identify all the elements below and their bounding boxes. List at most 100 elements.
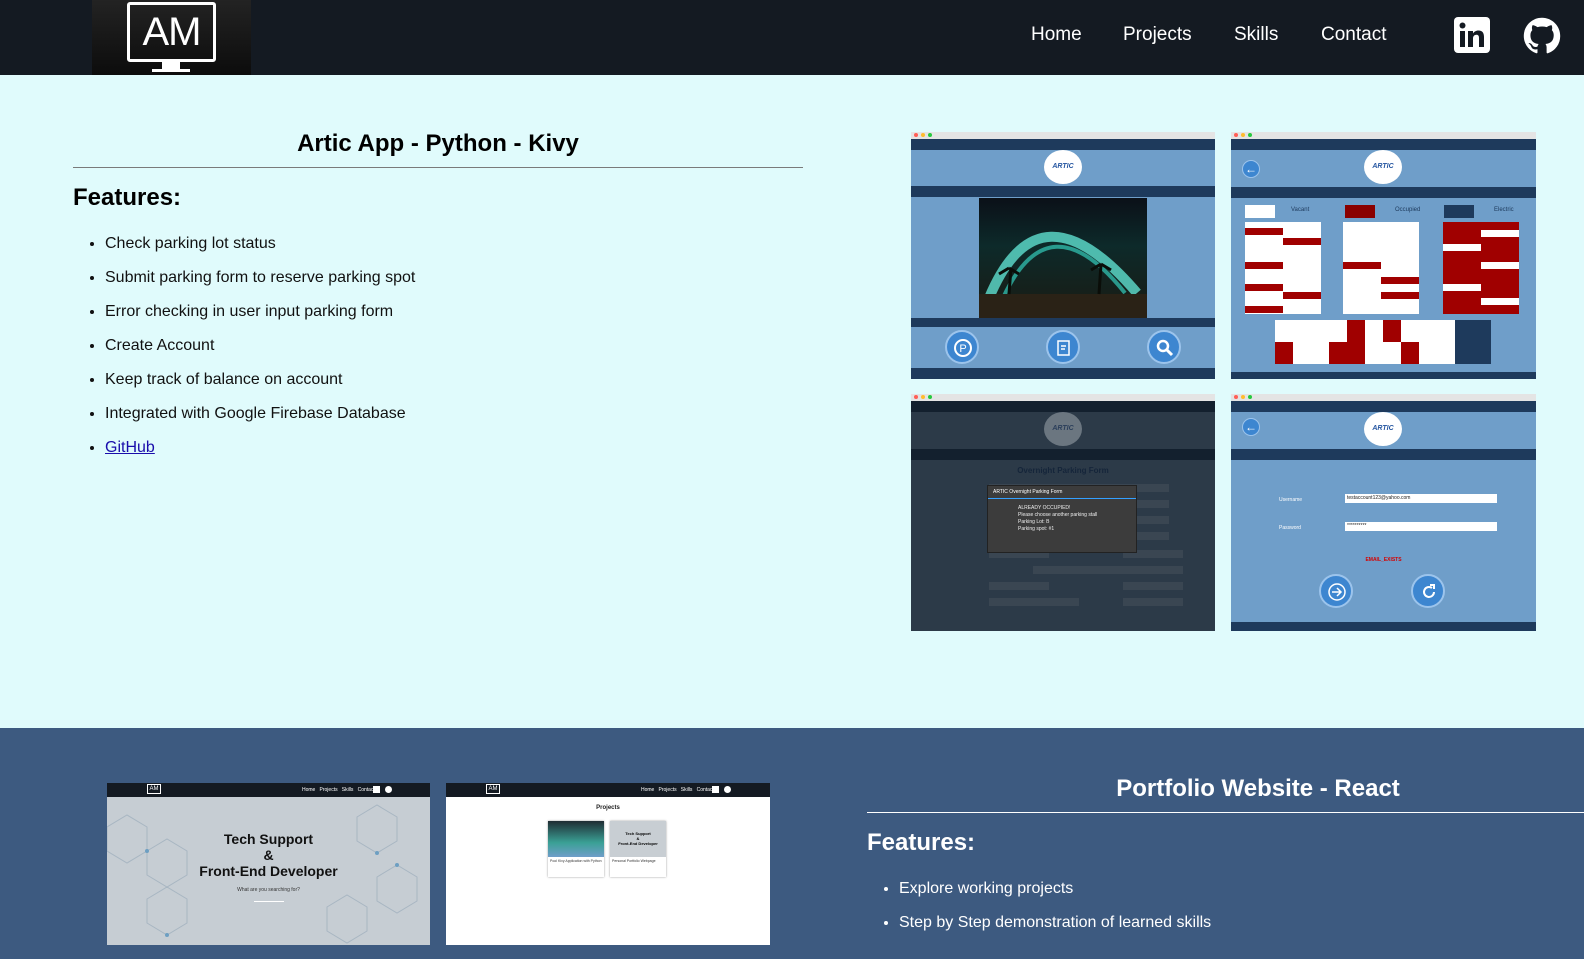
nav-link-home[interactable]: Home (1031, 24, 1082, 46)
header-band (1231, 401, 1536, 412)
projects-heading: Projects (596, 805, 620, 811)
mini-linkedin-icon (712, 786, 719, 793)
card-caption: Pool Kivy Application with Python (550, 859, 602, 863)
mini-project-card: Pool Kivy Application with Python (548, 821, 604, 877)
project-title: Portfolio Website - React (1116, 775, 1400, 802)
search-button[interactable] (1147, 330, 1181, 364)
app-screenshot-lot-status[interactable]: ← ARTIC Vacant Occupied Electric (1231, 132, 1536, 379)
header-band (911, 139, 1215, 150)
password-label: Password (1279, 525, 1301, 531)
refresh-button[interactable] (1411, 574, 1445, 608)
nav-link-projects[interactable]: Projects (1123, 24, 1192, 46)
mini-logo: AM (486, 784, 500, 794)
mini-nav-home: Home (302, 787, 316, 793)
dialog-line: ALREADY OCCUPIED! (1018, 505, 1071, 511)
dialog-title: ARTIC Overnight Parking Form (988, 486, 1136, 499)
feature-item: Explore working projects (899, 879, 1211, 913)
card-title-line: Front-End Developer (618, 841, 658, 846)
window-min-dot (1241, 133, 1245, 137)
legend-occupied: Occupied (1395, 207, 1421, 213)
logo-monitor-base (152, 69, 190, 72)
window-max-dot (1248, 395, 1252, 399)
feature-item: Integrated with Google Firebase Database (105, 404, 415, 438)
header-band (911, 401, 1215, 412)
window-titlebar (911, 132, 1215, 139)
nav-link-skills[interactable]: Skills (1234, 24, 1278, 46)
site-logo[interactable]: AM (92, 0, 251, 75)
window-max-dot (1248, 133, 1252, 137)
project-title: Artic App - Python - Kivy (297, 130, 579, 157)
window-close-dot (914, 395, 918, 399)
mini-logo: AM (147, 784, 161, 794)
dialog-line: Please choose another parking stall (1018, 512, 1098, 518)
mini-linkedin-icon (373, 786, 380, 793)
portfolio-screenshot-home[interactable]: AM Home Projects Skills Contact Tech Sup… (107, 783, 430, 945)
parking-status-button[interactable]: P (945, 330, 979, 364)
hero-line: & (263, 847, 274, 863)
feature-item: Submit parking form to reserve parking s… (105, 268, 415, 302)
artic-logo: ARTIC (1044, 150, 1082, 184)
linkedin-icon[interactable] (1454, 17, 1490, 53)
dialog-line: Parking spot: #1 (1018, 526, 1055, 532)
username-label: Username (1279, 497, 1303, 503)
features-heading: Features: (867, 829, 976, 856)
header-band (911, 449, 1215, 460)
hero-subtitle: What are you searching for? (237, 887, 300, 893)
footer-band (1231, 372, 1536, 379)
mini-nav-links: Home Projects Skills Contact (302, 787, 375, 793)
feature-item: Check parking lot status (105, 234, 415, 268)
form-title: Overnight Parking Form (1017, 466, 1109, 475)
mini-github-icon (385, 786, 392, 793)
password-field[interactable]: ********** (1345, 522, 1497, 531)
hero-title: Tech Support & Front-End Developer (107, 831, 430, 879)
mini-nav-skills: Skills (680, 787, 693, 793)
footer-band (1231, 622, 1536, 631)
mini-github-icon (724, 786, 731, 793)
app-screenshot-login[interactable]: ← ARTIC Username testaccount123@yahoo.co… (1231, 394, 1536, 631)
github-icon[interactable] (1523, 17, 1561, 54)
window-min-dot (921, 133, 925, 137)
app-screenshot-home[interactable]: ARTIC P (911, 132, 1215, 379)
dialog-line: Parking Lot: B (1018, 519, 1050, 525)
back-arrow-icon[interactable]: ← (1242, 160, 1260, 178)
login-error: EMAIL_EXISTS (1365, 557, 1402, 563)
nav-link-contact[interactable]: Contact (1321, 24, 1386, 46)
username-field[interactable]: testaccount123@yahoo.com (1345, 494, 1497, 503)
github-link[interactable]: GitHub (105, 439, 155, 456)
login-button[interactable] (1319, 574, 1353, 608)
parking-form-button[interactable] (1046, 330, 1080, 364)
title-divider (867, 812, 1584, 813)
hero-line: Tech Support (223, 831, 314, 847)
window-close-dot (1234, 395, 1238, 399)
window-min-dot (921, 395, 925, 399)
logo-text: AM (127, 2, 216, 62)
portfolio-screenshot-projects[interactable]: AM Home Projects Skills Contact Projects… (446, 783, 770, 945)
mini-nav-home: Home (641, 787, 655, 793)
feature-item: Keep track of balance on account (105, 370, 415, 404)
window-max-dot (928, 133, 932, 137)
features-list: Check parking lot status Submit parking … (105, 234, 415, 472)
window-close-dot (1234, 133, 1238, 137)
mini-nav-skills: Skills (341, 787, 354, 793)
back-arrow-icon[interactable]: ← (1242, 418, 1260, 436)
legend-electric: Electric (1494, 207, 1514, 213)
window-max-dot (928, 395, 932, 399)
mini-nav-projects: Projects (658, 787, 677, 793)
window-titlebar (1231, 132, 1536, 139)
header-band (1231, 139, 1536, 150)
feature-item: GitHub (105, 438, 415, 472)
footer-band (911, 318, 1215, 327)
feature-item: Error checking in user input parking for… (105, 302, 415, 336)
window-close-dot (914, 133, 918, 137)
window-titlebar (1231, 394, 1536, 401)
mini-navbar: AM Home Projects Skills Contact (107, 783, 430, 797)
artic-logo: ARTIC (1364, 150, 1402, 184)
artic-logo: ARTIC (1044, 412, 1082, 446)
mini-nav-projects: Projects (319, 787, 338, 793)
station-photo (979, 198, 1147, 318)
feature-item: Create Account (105, 336, 415, 370)
mini-project-card: Tech Support & Front-End Developer Perso… (610, 821, 666, 877)
app-screenshot-parking-form[interactable]: ARTIC Overnight Parking Form ARTIC Overn… (911, 394, 1215, 631)
navbar: AM Home Projects Skills Contact (0, 0, 1584, 75)
legend-vacant: Vacant (1291, 207, 1310, 213)
